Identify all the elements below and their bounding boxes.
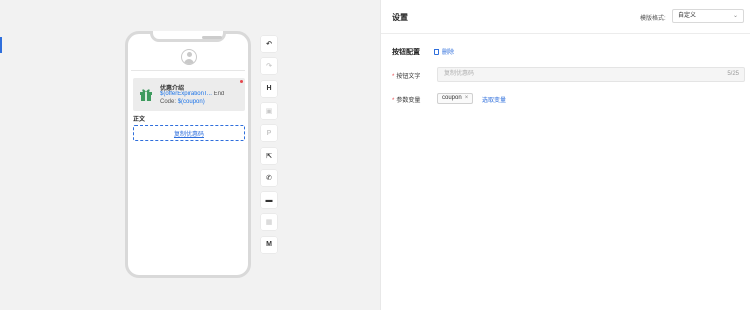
redo-icon[interactable]: ↷ bbox=[261, 58, 277, 75]
template-format-select[interactable]: 自定义 ⌄ bbox=[672, 9, 744, 23]
coupon-tag: coupon × bbox=[437, 93, 474, 104]
button-text-placeholder: 复制优惠码 bbox=[444, 71, 475, 77]
heading-icon[interactable]: H bbox=[261, 80, 277, 97]
required-mark: * bbox=[392, 98, 395, 104]
card-line-expiration: $(offerExpirationT... End bbox=[160, 91, 244, 97]
panel-header: 设置 模版格式: 自定义 ⌄ bbox=[381, 0, 750, 34]
grid-icon[interactable]: ▦ bbox=[261, 214, 277, 231]
param-variable-label: * 参数变量 bbox=[392, 95, 420, 104]
paragraph-icon[interactable]: P bbox=[261, 125, 277, 142]
menu-icon[interactable]: M bbox=[261, 236, 277, 253]
panel-title: 设置 bbox=[392, 13, 408, 22]
offer-card[interactable]: 优惠介绍 $(offerExpirationT... End Code: $(c… bbox=[133, 78, 245, 111]
image-icon[interactable]: ▣ bbox=[261, 102, 277, 119]
template-format-value: 自定义 bbox=[678, 13, 697, 19]
param-variable-label-text: 参数变量 bbox=[396, 98, 421, 104]
gift-icon bbox=[140, 89, 152, 101]
active-indicator bbox=[0, 37, 2, 53]
button-config-title: 按钮配置 bbox=[392, 49, 420, 56]
header-divider bbox=[131, 70, 245, 71]
expiration-variable: $(offerExpirationT... bbox=[160, 91, 212, 97]
chevron-down-icon: ⌄ bbox=[732, 13, 738, 19]
message-icon[interactable]: ▬ bbox=[261, 192, 277, 209]
card-line-code: Code: $(coupon) bbox=[160, 99, 205, 105]
external-link-icon[interactable]: ⇱ bbox=[261, 147, 277, 164]
select-variable-link[interactable]: 选取变量 bbox=[482, 95, 506, 104]
delete-label: 删除 bbox=[442, 50, 455, 56]
code-text: Code: bbox=[160, 99, 177, 105]
required-mark: * bbox=[392, 74, 395, 80]
undo-icon[interactable]: ↶ bbox=[261, 36, 277, 52]
template-format-label: 模版格式: bbox=[640, 16, 666, 22]
coupon-variable: $(coupon) bbox=[177, 99, 205, 105]
button-text-label-text: 按钮文字 bbox=[396, 74, 421, 80]
body-label: 正文 bbox=[133, 117, 146, 123]
copy-coupon-button[interactable]: 复制优惠码 bbox=[133, 125, 245, 141]
settings-panel: 设置 模版格式: 自定义 ⌄ 按钮配置 删除 * 按钮文字 复制优惠码 5/25 … bbox=[380, 0, 750, 310]
coupon-tag-label: coupon bbox=[442, 95, 462, 101]
button-text-label: * 按钮文字 bbox=[392, 71, 420, 80]
expiration-text: End bbox=[213, 91, 225, 97]
phone-icon[interactable]: ✆ bbox=[261, 169, 277, 186]
phone-preview: 优惠介绍 $(offerExpirationT... End Code: $(c… bbox=[125, 31, 251, 278]
char-counter: 5/25 bbox=[727, 71, 739, 77]
unread-dot bbox=[240, 80, 243, 83]
preview-canvas: 优惠介绍 $(offerExpirationT... End Code: $(c… bbox=[0, 0, 380, 310]
delete-button[interactable]: 删除 bbox=[434, 47, 454, 56]
phone-speaker bbox=[202, 36, 222, 39]
avatar-icon bbox=[181, 49, 197, 65]
trash-icon bbox=[434, 48, 439, 55]
button-text-input[interactable]: 复制优惠码 5/25 bbox=[437, 67, 745, 82]
phone-notch bbox=[150, 31, 226, 42]
close-icon[interactable]: × bbox=[465, 94, 469, 103]
